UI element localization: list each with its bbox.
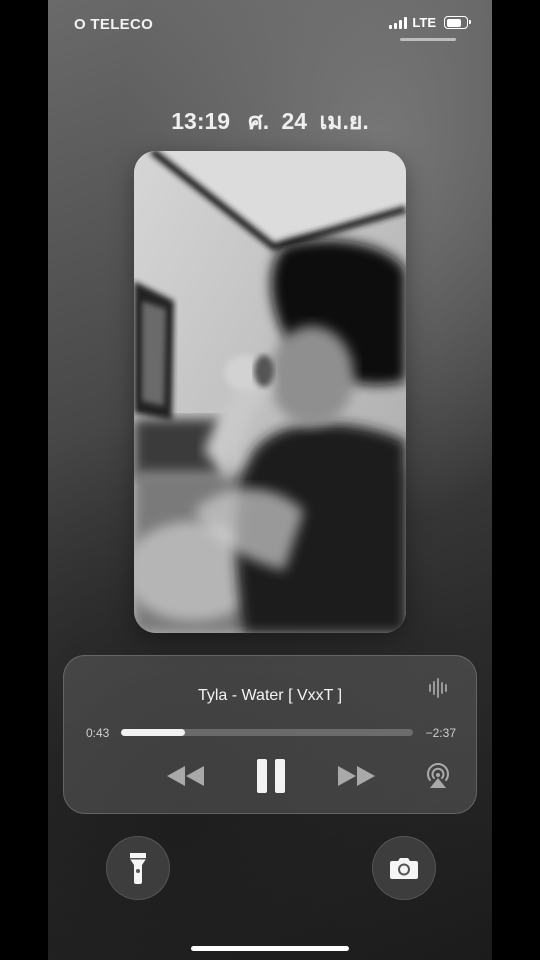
progress-fill xyxy=(121,729,186,736)
carrier-name: O TELECO xyxy=(74,16,154,33)
progress-scrubber[interactable] xyxy=(121,729,413,736)
home-indicator[interactable] xyxy=(191,946,349,951)
track-title[interactable]: Tyla - Water [ VxxT ] xyxy=(64,687,476,705)
artwork-illustration xyxy=(134,151,406,633)
battery-icon xyxy=(444,16,471,29)
status-indicators: LTE xyxy=(389,15,471,30)
album-artwork-photo xyxy=(134,151,406,633)
status-bar: O TELECO LTE xyxy=(48,0,492,48)
fast-forward-icon xyxy=(338,766,375,786)
signal-strength-icon xyxy=(389,16,408,29)
rewind-button[interactable] xyxy=(165,762,207,790)
waveform-icon[interactable] xyxy=(428,678,450,698)
airplay-button[interactable] xyxy=(425,763,451,789)
camera-icon xyxy=(390,858,418,879)
pause-button[interactable] xyxy=(254,757,288,795)
battery-level-fill xyxy=(446,18,462,27)
airplay-icon xyxy=(427,763,449,788)
now-playing-widget: Tyla - Water [ VxxT ] 0:43 −2:37 xyxy=(63,655,477,814)
rewind-icon xyxy=(167,766,204,786)
network-type: LTE xyxy=(412,15,436,30)
pause-icon xyxy=(257,759,285,793)
flashlight-icon xyxy=(130,853,146,884)
lockscreen-time: 13:19 xyxy=(171,108,231,134)
elapsed-time: 0:43 xyxy=(86,726,110,740)
control-center-indicator[interactable] xyxy=(400,38,456,41)
lock-screen: O TELECO LTE 13:19 ศ. 24 เม.ย. Tyla - Wa… xyxy=(48,0,492,960)
camera-button[interactable] xyxy=(372,836,436,900)
lockscreen-date: ศ. 24 เม.ย. xyxy=(248,108,369,134)
lockscreen-datetime: 13:19 ศ. 24 เม.ย. xyxy=(48,104,492,140)
remaining-time: −2:37 xyxy=(425,726,456,740)
flashlight-button[interactable] xyxy=(106,836,170,900)
fast-forward-button[interactable] xyxy=(335,762,377,790)
